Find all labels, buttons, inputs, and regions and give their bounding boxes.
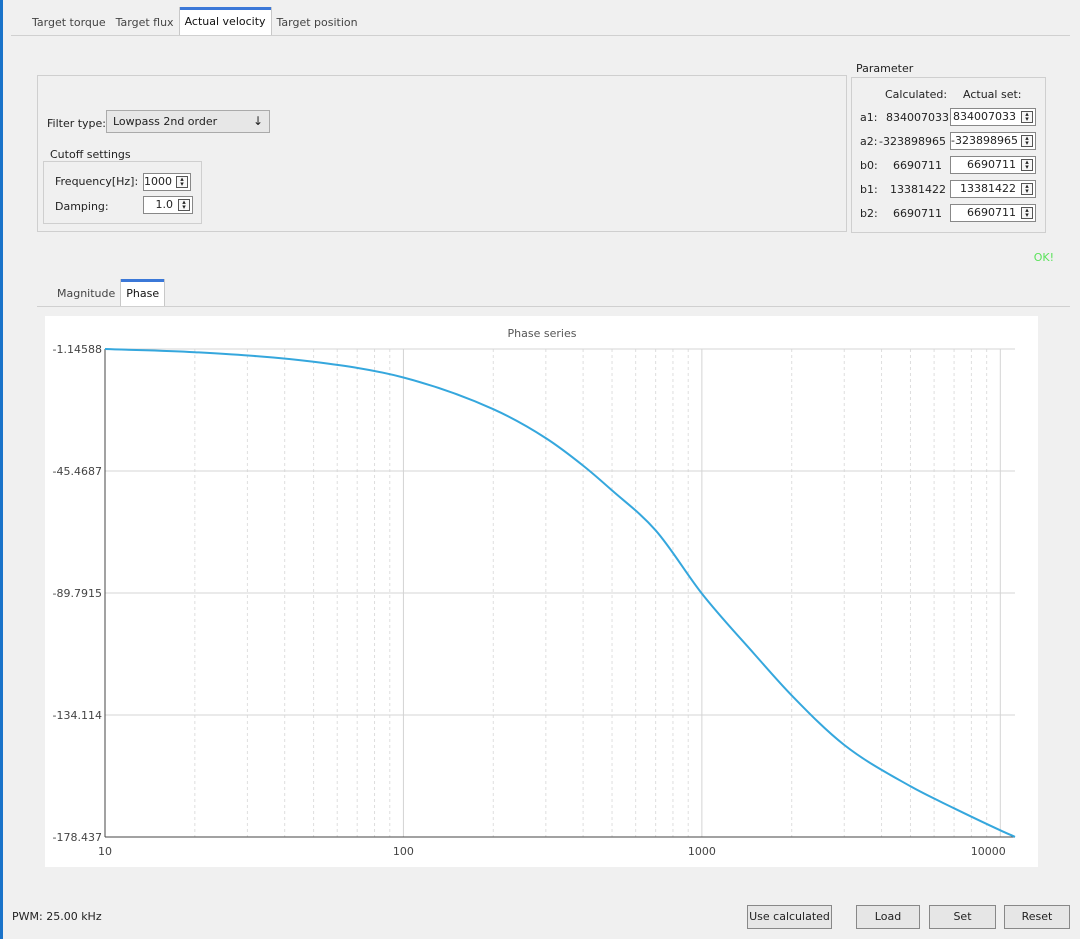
param-b1-calculated: 13381422 bbox=[890, 183, 946, 196]
damping-spinbox[interactable]: 1.0 ▴ ▾ bbox=[143, 196, 193, 214]
x-tick-label: 1000 bbox=[688, 845, 716, 858]
param-b0-calculated: 6690711 bbox=[893, 159, 942, 172]
x-tick-label: 100 bbox=[393, 845, 414, 858]
param-a1-actual-spinbox[interactable]: 834007033 ▴ ▾ bbox=[950, 108, 1036, 126]
spin-arrows-icon[interactable]: ▴ ▾ bbox=[1021, 159, 1033, 171]
param-a1-calculated: 834007033 bbox=[886, 111, 949, 124]
window-edge bbox=[0, 0, 3, 939]
filter-type-select[interactable]: Lowpass 2nd order ↓ bbox=[106, 110, 270, 133]
param-b0-actual: 6690711 bbox=[967, 158, 1016, 171]
actual-set-header: Actual set: bbox=[963, 88, 1022, 101]
damping-value: 1.0 bbox=[155, 198, 174, 211]
param-a2-actual-spinbox[interactable]: -323898965 ▴ ▾ bbox=[950, 132, 1036, 150]
frequency-label: Frequency[Hz]: bbox=[55, 175, 139, 188]
param-b2-calculated: 6690711 bbox=[893, 207, 942, 220]
use-calculated-button[interactable]: Use calculated bbox=[747, 905, 832, 929]
cutoff-settings-group bbox=[43, 161, 202, 224]
spin-arrows-icon[interactable]: ▴ ▾ bbox=[1021, 135, 1033, 147]
param-b1-actual: 13381422 bbox=[960, 182, 1016, 195]
param-b2-name: b2: bbox=[860, 207, 878, 220]
y-tick-label: -45.4687 bbox=[53, 465, 102, 478]
phase-chart-svg: Phase series 10 100 1000 10000 -1.14588 -45.4… bbox=[53, 327, 1016, 858]
tab-target-position[interactable]: Target position bbox=[272, 11, 363, 35]
param-b1-actual-spinbox[interactable]: 13381422 ▴ ▾ bbox=[950, 180, 1036, 198]
y-tick-label: -1.14588 bbox=[53, 343, 102, 356]
tab-actual-velocity[interactable]: Actual velocity bbox=[178, 7, 272, 35]
x-tick-label: 10 bbox=[98, 845, 112, 858]
filter-type-value: Lowpass 2nd order bbox=[113, 115, 218, 128]
reset-button[interactable]: Reset bbox=[1004, 905, 1070, 929]
tab-target-flux[interactable]: Target flux bbox=[111, 11, 179, 35]
frequency-value: 1000 bbox=[144, 175, 172, 188]
filter-type-label: Filter type: bbox=[47, 117, 107, 130]
cutoff-settings-title: Cutoff settings bbox=[50, 148, 131, 161]
spin-arrows-icon[interactable]: ▴ ▾ bbox=[176, 176, 188, 188]
spin-arrows-icon[interactable]: ▴ ▾ bbox=[1021, 183, 1033, 195]
status-ok-label: OK! bbox=[1033, 251, 1054, 264]
y-tick-label: -178.437 bbox=[53, 831, 102, 844]
spin-arrows-icon[interactable]: ▴ ▾ bbox=[1021, 111, 1033, 123]
tabs-divider bbox=[11, 35, 1070, 36]
plot-tabs-divider bbox=[37, 306, 1070, 307]
tab-magnitude[interactable]: Magnitude bbox=[52, 282, 120, 306]
spin-arrows-icon[interactable]: ▴ ▾ bbox=[178, 199, 190, 211]
load-button[interactable]: Load bbox=[856, 905, 920, 929]
pwm-status: PWM: 25.00 kHz bbox=[12, 910, 102, 923]
chart-title: Phase series bbox=[508, 327, 577, 340]
set-button[interactable]: Set bbox=[929, 905, 996, 929]
y-tick-label: -89.7915 bbox=[53, 587, 102, 600]
param-a1-name: a1: bbox=[860, 111, 878, 124]
spin-arrows-icon[interactable]: ▴ ▾ bbox=[1021, 207, 1033, 219]
tab-target-torque[interactable]: Target torque bbox=[27, 11, 111, 35]
param-a2-name: a2: bbox=[860, 135, 878, 148]
x-tick-label: 10000 bbox=[971, 845, 1006, 858]
frequency-spinbox[interactable]: 1000 ▴ ▾ bbox=[143, 173, 191, 191]
y-tick-label: -134.114 bbox=[53, 709, 102, 722]
param-b2-actual: 6690711 bbox=[967, 206, 1016, 219]
tab-phase[interactable]: Phase bbox=[120, 279, 166, 306]
damping-label: Damping: bbox=[55, 200, 109, 213]
param-b2-actual-spinbox[interactable]: 6690711 ▴ ▾ bbox=[950, 204, 1036, 222]
param-b0-actual-spinbox[interactable]: 6690711 ▴ ▾ bbox=[950, 156, 1036, 174]
parameter-title: Parameter bbox=[856, 62, 914, 75]
calculated-header: Calculated: bbox=[885, 88, 948, 101]
main-tabs: Target torque Target flux Actual velocit… bbox=[27, 7, 363, 35]
param-a2-actual: -323898965 bbox=[951, 134, 1018, 147]
param-a2-calculated: -323898965 bbox=[879, 135, 946, 148]
arrow-down-icon: ↓ bbox=[252, 114, 263, 128]
param-a1-actual: 834007033 bbox=[953, 110, 1016, 123]
phase-chart: Phase series 10 100 1000 10000 -1.14588 -45.4… bbox=[45, 316, 1038, 867]
plot-tabs: Magnitude Phase bbox=[52, 279, 166, 306]
param-b0-name: b0: bbox=[860, 159, 878, 172]
param-b1-name: b1: bbox=[860, 183, 878, 196]
